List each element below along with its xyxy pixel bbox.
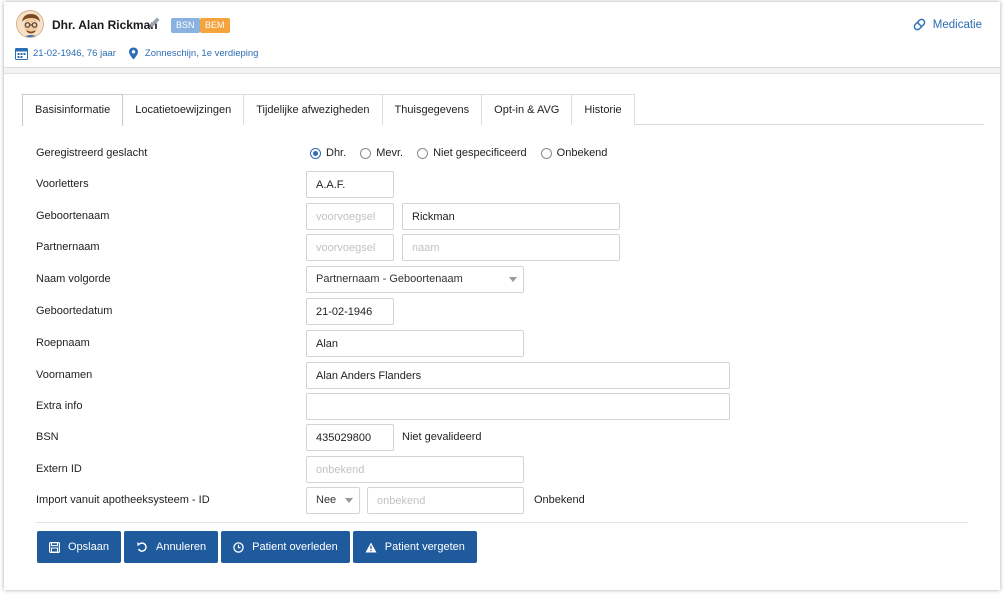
voorletters-row: Voorletters <box>36 171 976 198</box>
bsn-badge: BSN <box>171 18 200 33</box>
import-id-row: Import vanuit apotheeksysteem - ID Nee O… <box>36 487 976 514</box>
tab-opt-in-avg[interactable]: Opt-in & AVG <box>481 94 573 125</box>
extra-info-row: Extra info <box>36 393 976 420</box>
header-separator <box>4 68 1000 74</box>
radio-label: Onbekend <box>556 147 608 159</box>
undo-icon <box>137 542 147 552</box>
geboortedatum-label: Geboortedatum <box>36 305 113 317</box>
bem-badge: BEM <box>200 18 230 33</box>
geboortenaam-label: Geboortenaam <box>36 210 110 222</box>
location-text: Zonneschijn, 1e verdieping <box>144 47 259 59</box>
patient-header: Dhr. Alan Rickman BSN BEM 21-02-1946, 76… <box>4 2 1000 68</box>
naam-volgorde-row: Naam volgorde Partnernaam - Geboortenaam <box>36 266 976 293</box>
extra-info-input[interactable] <box>306 393 730 420</box>
tab-basisinformatie[interactable]: Basisinformatie <box>22 94 124 126</box>
tab-bar: Basisinformatie Locatietoewijzingen Tijd… <box>22 94 984 126</box>
cancel-label: Annuleren <box>155 541 207 553</box>
voornamen-input[interactable] <box>306 362 730 389</box>
chevron-down-icon <box>509 277 517 282</box>
radio-dhr[interactable]: Dhr. <box>310 147 346 159</box>
radio-label: Niet gespecificeerd <box>433 147 527 159</box>
radio-dot <box>417 147 429 159</box>
bsn-row: BSN Niet gevalideerd <box>36 424 976 451</box>
import-id-label: Import vanuit apotheeksysteem - ID <box>36 494 210 506</box>
save-label: Opslaan <box>68 541 109 553</box>
geboortedatum-row: Geboortedatum <box>36 298 976 325</box>
tab-locatietoewijzingen[interactable]: Locatietoewijzingen <box>122 94 245 125</box>
partnernaam-naam-input[interactable] <box>402 234 620 261</box>
medicatie-link[interactable]: Medicatie <box>912 17 982 32</box>
geboortenaam-voorvoegsel-input[interactable] <box>306 203 394 230</box>
pencil-icon[interactable] <box>146 15 162 31</box>
patient-deceased-label: Patient overleden <box>252 541 338 553</box>
naam-volgorde-label: Naam volgorde <box>36 273 111 285</box>
forget-patient-label: Patient vergeten <box>384 541 465 553</box>
patient-sub-info: 21-02-1946, 76 jaar Zonneschijn, 1e verd… <box>15 45 258 61</box>
avatar <box>16 10 44 38</box>
geslacht-row: Geregistreerd geslacht Dhr. Mevr. Niet g… <box>36 140 976 166</box>
import-id-select-value: Nee <box>316 494 337 506</box>
radio-niet-gespecificeerd[interactable]: Niet gespecificeerd <box>417 147 527 159</box>
partnernaam-row: Partnernaam <box>36 234 976 261</box>
form-divider <box>36 522 968 523</box>
partnernaam-label: Partnernaam <box>36 241 100 253</box>
roepnaam-label: Roepnaam <box>36 337 90 349</box>
import-id-status: Onbekend <box>534 494 585 506</box>
medicatie-label: Medicatie <box>932 18 982 31</box>
voornamen-row: Voornamen <box>36 362 976 389</box>
naam-volgorde-select[interactable]: Partnernaam - Geboortenaam <box>306 266 524 293</box>
birth-info: 21-02-1946, 76 jaar <box>33 47 116 59</box>
geboortenaam-input[interactable] <box>402 203 620 230</box>
radio-dot <box>310 147 321 159</box>
chevron-down-icon <box>345 498 353 503</box>
tab-tijdelijke-afwezigheden[interactable]: Tijdelijke afwezigheden <box>243 94 383 125</box>
geboortenaam-row: Geboortenaam <box>36 203 976 230</box>
bsn-status: Niet gevalideerd <box>402 431 482 443</box>
patient-window: Dhr. Alan Rickman BSN BEM 21-02-1946, 76… <box>4 2 1000 590</box>
warning-icon <box>365 542 377 552</box>
extern-id-input[interactable] <box>306 456 524 483</box>
partnernaam-voorvoegsel-input[interactable] <box>306 234 394 261</box>
pill-icon <box>913 18 926 31</box>
extra-info-label: Extra info <box>36 400 83 412</box>
patient-deceased-button[interactable]: Patient overleden <box>221 531 350 563</box>
radio-dot <box>540 147 552 159</box>
voorletters-label: Voorletters <box>36 178 89 190</box>
geboortedatum-input[interactable] <box>306 298 394 325</box>
geslacht-radio-group: Dhr. Mevr. Niet gespecificeerd Onbekend <box>310 147 621 159</box>
radio-label: Dhr. <box>326 147 347 159</box>
cancel-button[interactable]: Annuleren <box>123 531 219 563</box>
location-pin-icon <box>128 47 139 60</box>
extern-id-label: Extern ID <box>36 463 82 475</box>
import-id-select[interactable]: Nee <box>306 487 360 514</box>
save-button[interactable]: Opslaan <box>37 531 121 563</box>
geslacht-label: Geregistreerd geslacht <box>36 147 148 159</box>
action-bar: Opslaan Annuleren Patient overleden Pati… <box>37 531 480 563</box>
forget-patient-button[interactable]: Patient vergeten <box>352 531 477 563</box>
patient-name: Dhr. Alan Rickman <box>52 18 158 32</box>
bsn-input[interactable] <box>306 424 394 451</box>
tab-thuisgegevens[interactable]: Thuisgegevens <box>381 94 483 125</box>
roepnaam-input[interactable] <box>306 330 524 357</box>
radio-mevr[interactable]: Mevr. <box>360 147 403 159</box>
floppy-disk-icon <box>49 541 60 553</box>
radio-label: Mevr. <box>376 147 404 159</box>
radio-onbekend[interactable]: Onbekend <box>540 147 608 159</box>
roepnaam-row: Roepnaam <box>36 330 976 357</box>
extern-id-row: Extern ID <box>36 456 976 483</box>
voorletters-input[interactable] <box>306 171 394 198</box>
import-id-input[interactable] <box>367 487 524 514</box>
naam-volgorde-value: Partnernaam - Geboortenaam <box>316 273 463 285</box>
clock-icon <box>233 541 244 553</box>
voornamen-label: Voornamen <box>36 369 93 381</box>
tab-historie[interactable]: Historie <box>571 94 635 125</box>
bsn-label: BSN <box>36 431 59 443</box>
radio-dot <box>360 147 372 159</box>
calendar-icon <box>15 47 28 60</box>
